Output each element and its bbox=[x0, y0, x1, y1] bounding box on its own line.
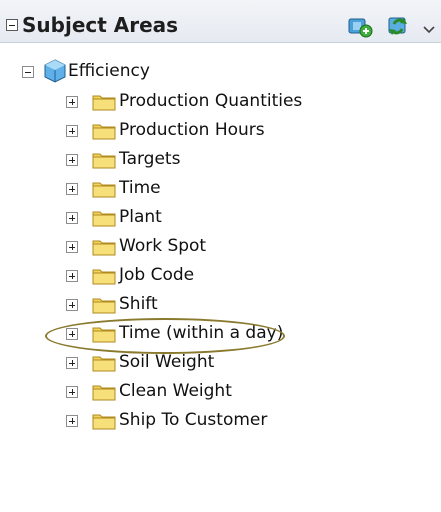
collapse-panel-icon[interactable] bbox=[6, 19, 18, 31]
expand-node-icon[interactable] bbox=[66, 212, 78, 224]
panel-title: Subject Areas bbox=[22, 13, 179, 37]
chevron-down-icon bbox=[423, 26, 435, 34]
tree-node-ship-to-customer[interactable]: Ship To Customer bbox=[0, 407, 441, 436]
expand-node-icon[interactable] bbox=[66, 241, 78, 253]
tree-node-production-hours[interactable]: Production Hours bbox=[0, 117, 441, 146]
tree-node-label: Soil Weight bbox=[119, 352, 215, 372]
expand-node-icon[interactable] bbox=[66, 96, 78, 108]
folder-icon bbox=[92, 211, 116, 227]
panel-header: Subject Areas bbox=[0, 0, 441, 43]
tree-node-label: Time (within a day) bbox=[119, 323, 284, 343]
folder-icon bbox=[92, 414, 116, 430]
expand-node-icon[interactable] bbox=[66, 183, 78, 195]
expand-node-icon[interactable] bbox=[66, 154, 78, 166]
tree-node-label: Plant bbox=[119, 207, 162, 227]
tree-node-label: Job Code bbox=[119, 265, 195, 285]
refresh-icon bbox=[388, 17, 407, 35]
folder-icon bbox=[92, 95, 116, 111]
expand-node-icon[interactable] bbox=[66, 328, 78, 340]
tree-node-plant[interactable]: Plant bbox=[0, 204, 441, 233]
tree-node-label: Targets bbox=[119, 149, 181, 169]
expand-node-icon[interactable] bbox=[66, 386, 78, 398]
tree-node-time-within-a-day[interactable]: Time (within a day) bbox=[0, 320, 441, 349]
tree-node-targets[interactable]: Targets bbox=[0, 146, 441, 175]
add-subject-area-icon bbox=[348, 18, 373, 38]
tree-node-label: Efficiency bbox=[68, 61, 150, 81]
panel-menu-button[interactable] bbox=[423, 20, 435, 39]
refresh-button[interactable] bbox=[386, 14, 416, 38]
tree-node-soil-weight[interactable]: Soil Weight bbox=[0, 349, 441, 378]
tree-node-label: Production Quantities bbox=[119, 91, 303, 111]
folder-icon bbox=[92, 298, 116, 314]
subject-areas-panel: Subject Areas Efficiency Production Quan… bbox=[0, 0, 441, 512]
tree-node-shift[interactable]: Shift bbox=[0, 291, 441, 320]
folder-icon bbox=[92, 385, 116, 401]
collapse-node-icon[interactable] bbox=[22, 66, 34, 78]
folder-icon bbox=[92, 240, 116, 256]
tree-node-clean-weight[interactable]: Clean Weight bbox=[0, 378, 441, 407]
tree-node-production-quantities[interactable]: Production Quantities bbox=[0, 88, 441, 117]
folder-icon bbox=[92, 182, 116, 198]
expand-node-icon[interactable] bbox=[66, 357, 78, 369]
expand-node-icon[interactable] bbox=[66, 415, 78, 427]
folder-icon bbox=[92, 124, 116, 140]
folder-icon bbox=[92, 356, 116, 372]
expand-node-icon[interactable] bbox=[66, 299, 78, 311]
tree-node-label: Work Spot bbox=[119, 236, 207, 256]
folder-icon bbox=[92, 153, 116, 169]
tree-node-job-code[interactable]: Job Code bbox=[0, 262, 441, 291]
tree-node-label: Ship To Customer bbox=[119, 410, 268, 430]
tree-node-time[interactable]: Time bbox=[0, 175, 441, 204]
tree-node-label: Shift bbox=[119, 294, 158, 314]
tree-node-work-spot[interactable]: Work Spot bbox=[0, 233, 441, 262]
tree-node-label: Time bbox=[119, 178, 161, 198]
tree-node-label: Production Hours bbox=[119, 120, 265, 140]
tree-node-label: Clean Weight bbox=[119, 381, 232, 401]
cube-icon bbox=[44, 59, 66, 83]
folder-icon bbox=[92, 327, 116, 343]
tree-node-efficiency[interactable]: Efficiency bbox=[0, 58, 441, 87]
expand-node-icon[interactable] bbox=[66, 125, 78, 137]
folder-icon bbox=[92, 269, 116, 285]
expand-node-icon[interactable] bbox=[66, 270, 78, 282]
add-subject-area-button[interactable] bbox=[347, 14, 373, 38]
